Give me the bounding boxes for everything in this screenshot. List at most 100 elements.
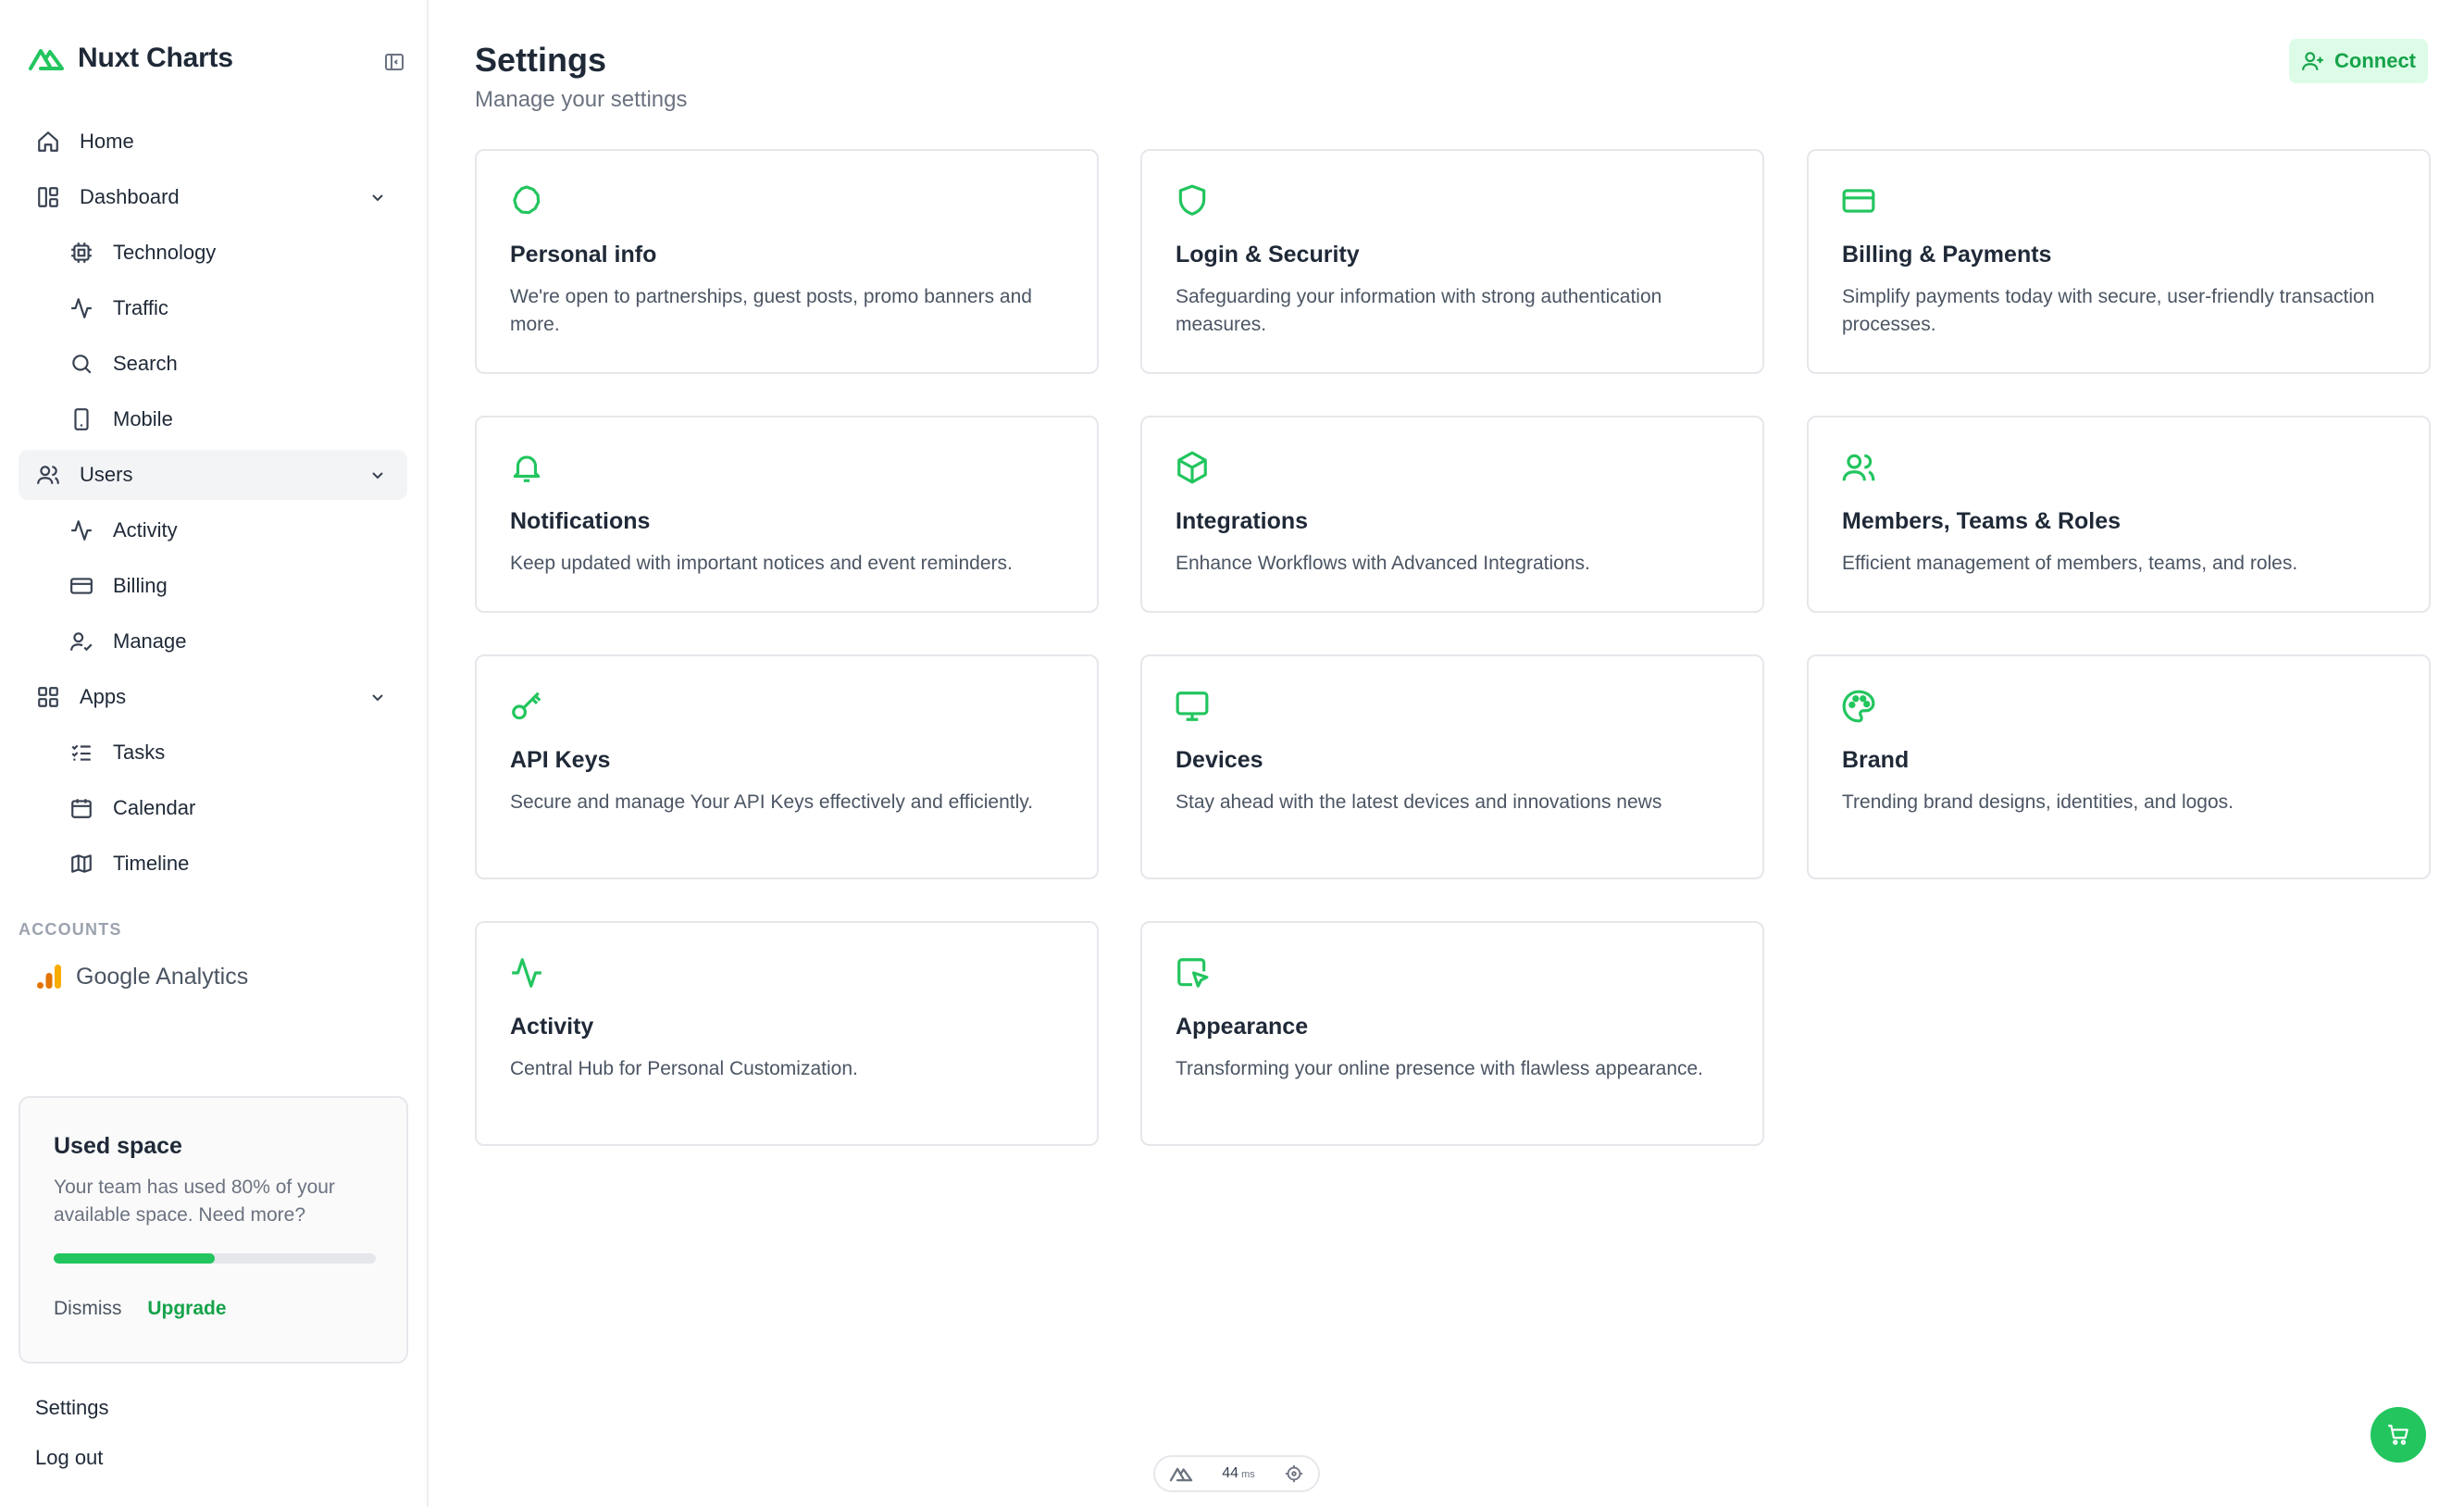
dismiss-button[interactable]: Dismiss — [54, 1298, 122, 1319]
settings-card-api-keys[interactable]: API Keys Secure and manage Your API Keys… — [475, 654, 1099, 879]
used-space-actions: Dismiss Upgrade — [54, 1298, 227, 1320]
settings-card-devices[interactable]: Devices Stay ahead with the latest devic… — [1140, 654, 1764, 879]
card-description: Stay ahead with the latest devices and i… — [1176, 791, 1662, 813]
search-icon — [68, 351, 94, 377]
settings-card-activity[interactable]: Activity Central Hub for Personal Custom… — [475, 921, 1099, 1146]
nuxt-devtools-bar[interactable]: 44 ms — [1153, 1455, 1320, 1492]
settings-link[interactable]: Settings — [35, 1396, 109, 1420]
settings-card-appearance[interactable]: Appearance Transforming your online pres… — [1140, 921, 1764, 1146]
chevron-down-icon[interactable] — [367, 686, 389, 708]
map-icon — [68, 851, 94, 877]
settings-card-login-security[interactable]: Login & Security Safeguarding your infor… — [1140, 149, 1764, 374]
sidebar-item-label: Mobile — [113, 407, 173, 430]
settings-card-personal-info[interactable]: Personal info We're open to partnerships… — [475, 149, 1099, 374]
settings-card-brand[interactable]: Brand Trending brand designs, identities… — [1807, 654, 2431, 879]
collapse-sidebar-button[interactable] — [380, 48, 409, 76]
used-space-progress-fill — [54, 1253, 215, 1264]
card-title: API Keys — [510, 747, 611, 773]
sidebar-item-users[interactable]: Users — [19, 450, 407, 500]
connect-button[interactable]: Connect — [2289, 39, 2428, 83]
sidebar-item-home[interactable]: Home — [19, 117, 407, 167]
sidebar-item-label: Timeline — [113, 852, 190, 875]
sidebar-item-billing[interactable]: Billing — [19, 561, 407, 611]
user-plus-icon — [2301, 49, 2325, 73]
render-time: 44 ms — [1222, 1465, 1254, 1482]
sidebar-item-label: Technology — [113, 241, 217, 264]
dashboard-icon — [35, 184, 61, 210]
sidebar-item-manage[interactable]: Manage — [19, 616, 407, 666]
sidebar-item-search[interactable]: Search — [19, 339, 407, 389]
users-icon — [35, 462, 61, 488]
sidebar-item-calendar[interactable]: Calendar — [19, 783, 407, 833]
nuxt-logo-icon — [1169, 1464, 1193, 1483]
connect-label: Connect — [2334, 49, 2416, 72]
user-check-icon — [68, 629, 94, 654]
badge-icon — [509, 183, 544, 218]
card-description: Transforming your online presence with f… — [1176, 1058, 1704, 1079]
sidebar-item-label: Manage — [113, 629, 187, 653]
sidebar-item-label: Search — [113, 352, 178, 375]
settings-card-billing-payments[interactable]: Billing & Payments Simplify payments tod… — [1807, 149, 2431, 374]
shopping-cart-icon — [2386, 1423, 2410, 1447]
card-description: Keep updated with important notices and … — [510, 553, 1013, 574]
used-space-title: Used space — [54, 1133, 182, 1159]
sidebar-item-mobile[interactable]: Mobile — [19, 394, 407, 444]
sidebar-item-tasks[interactable]: Tasks — [19, 728, 407, 778]
sidebar-item-timeline[interactable]: Timeline — [19, 839, 407, 889]
card-title: Appearance — [1176, 1014, 1309, 1040]
render-time-value: 44 — [1222, 1465, 1239, 1481]
sidebar-item-label: Users — [80, 463, 133, 486]
sidebar-item-label: Home — [80, 130, 134, 153]
page-subtitle: Manage your settings — [475, 87, 688, 112]
sidebar-item-technology[interactable]: Technology — [19, 228, 407, 278]
sidebar-item-activity[interactable]: Activity — [19, 505, 407, 555]
credit-card-icon — [1841, 183, 1876, 218]
card-title: Devices — [1176, 747, 1263, 773]
settings-card-members-teams-roles[interactable]: Members, Teams & Roles Efficient managem… — [1807, 416, 2431, 613]
logout-link[interactable]: Log out — [35, 1446, 103, 1470]
settings-card-integrations[interactable]: Integrations Enhance Workflows with Adva… — [1140, 416, 1764, 613]
sidebar-item-traffic[interactable]: Traffic — [19, 283, 407, 333]
sidebar-item-label: Dashboard — [80, 185, 180, 208]
smartphone-icon — [68, 406, 94, 432]
cpu-icon — [68, 240, 94, 266]
sidebar: Nuxt Charts Home Dashboard Technology Tr… — [0, 0, 429, 1507]
sidebar-item-label: Apps — [80, 685, 127, 708]
render-time-unit: ms — [1241, 1469, 1255, 1480]
account-google-analytics[interactable]: Google Analytics — [35, 963, 248, 990]
brand[interactable]: Nuxt Charts — [28, 43, 233, 74]
used-space-card: Used space Your team has used 80% of you… — [19, 1096, 408, 1364]
page-title: Settings — [475, 41, 607, 79]
card-description: Secure and manage Your API Keys effectiv… — [510, 791, 1034, 813]
chevron-down-icon[interactable] — [367, 464, 389, 486]
card-description: Efficient management of members, teams, … — [1842, 553, 2298, 574]
sidebar-item-apps[interactable]: Apps — [19, 672, 407, 722]
nuxt-logo-icon — [28, 44, 65, 72]
account-label: Google Analytics — [76, 963, 249, 990]
sidebar-item-label: Traffic — [113, 296, 168, 319]
used-space-text: Your team has used 80% of your available… — [54, 1177, 335, 1226]
sidebar-item-label: Billing — [113, 574, 168, 597]
google-analytics-icon — [35, 963, 63, 990]
settings-card-notifications[interactable]: Notifications Keep updated with importan… — [475, 416, 1099, 613]
card-title: Brand — [1842, 747, 1910, 773]
sidebar-item-label: Tasks — [113, 741, 166, 764]
sidebar-item-dashboard[interactable]: Dashboard — [19, 172, 407, 222]
card-title: Members, Teams & Roles — [1842, 508, 2122, 534]
crosshair-icon[interactable] — [1284, 1463, 1304, 1484]
palette-icon — [1841, 689, 1876, 724]
card-title: Billing & Payments — [1842, 242, 2052, 268]
used-space-progress — [54, 1253, 376, 1264]
main-content: Settings Manage your settings Connect Pe… — [429, 0, 2464, 1507]
card-title: Notifications — [510, 508, 651, 534]
cursor-square-icon — [1175, 955, 1210, 990]
card-description: Enhance Workflows with Advanced Integrat… — [1176, 553, 1590, 574]
card-description: Trending brand designs, identities, and … — [1842, 791, 2234, 813]
upgrade-button[interactable]: Upgrade — [147, 1298, 226, 1319]
activity-icon — [68, 295, 94, 321]
card-description: Safeguarding your information with stron… — [1176, 286, 1662, 335]
cart-button[interactable] — [2371, 1407, 2426, 1463]
chevron-down-icon[interactable] — [367, 186, 389, 208]
key-icon — [509, 689, 544, 724]
card-description: Simplify payments today with secure, use… — [1842, 286, 2375, 335]
